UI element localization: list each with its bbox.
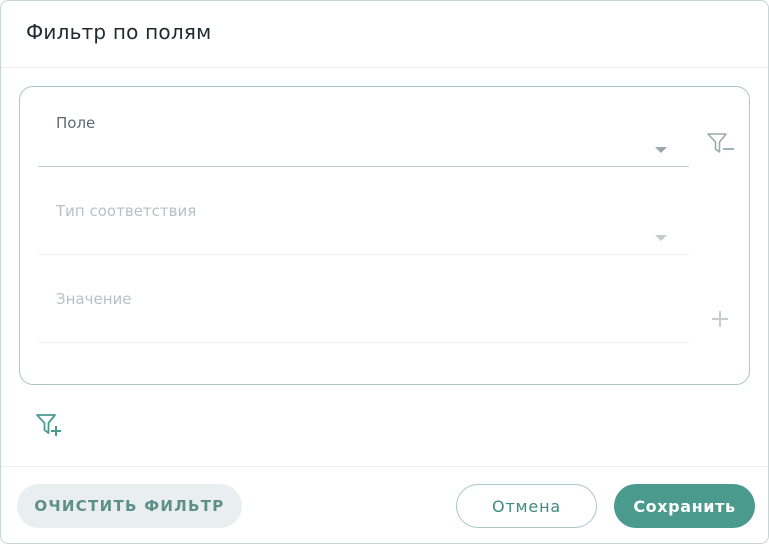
field-select[interactable]: Поле (38, 87, 689, 167)
dialog-title: Фильтр по полям (26, 20, 212, 44)
value-input-underline (38, 342, 689, 343)
field-select-underline (38, 166, 689, 167)
save-button[interactable]: Сохранить (614, 484, 755, 528)
plus-icon (712, 311, 728, 327)
filter-dialog: Фильтр по полям Поле Тип соответствия Зн… (0, 0, 769, 544)
value-input[interactable]: Значение (38, 263, 689, 343)
add-value-button[interactable] (708, 307, 732, 331)
add-filter-button[interactable] (35, 412, 65, 440)
field-select-label: Поле (56, 114, 96, 132)
cancel-button[interactable]: Отмена (456, 484, 597, 528)
filter-minus-icon (707, 133, 734, 153)
remove-filter-button[interactable] (706, 131, 736, 157)
chevron-down-icon[interactable] (655, 235, 667, 241)
chevron-down-icon[interactable] (655, 147, 667, 153)
dialog-footer: ОЧИСТИТЬ ФИЛЬТР Отмена Сохранить (1, 466, 768, 544)
match-type-select-label: Тип соответствия (56, 202, 197, 220)
filter-plus-icon (36, 414, 61, 436)
filter-card: Поле Тип соответствия Значение (19, 86, 750, 385)
match-type-select-underline (38, 254, 689, 255)
clear-filter-button[interactable]: ОЧИСТИТЬ ФИЛЬТР (17, 484, 242, 528)
value-input-label: Значение (56, 290, 132, 308)
match-type-select[interactable]: Тип соответствия (38, 175, 689, 255)
dialog-header: Фильтр по полям (1, 1, 768, 68)
